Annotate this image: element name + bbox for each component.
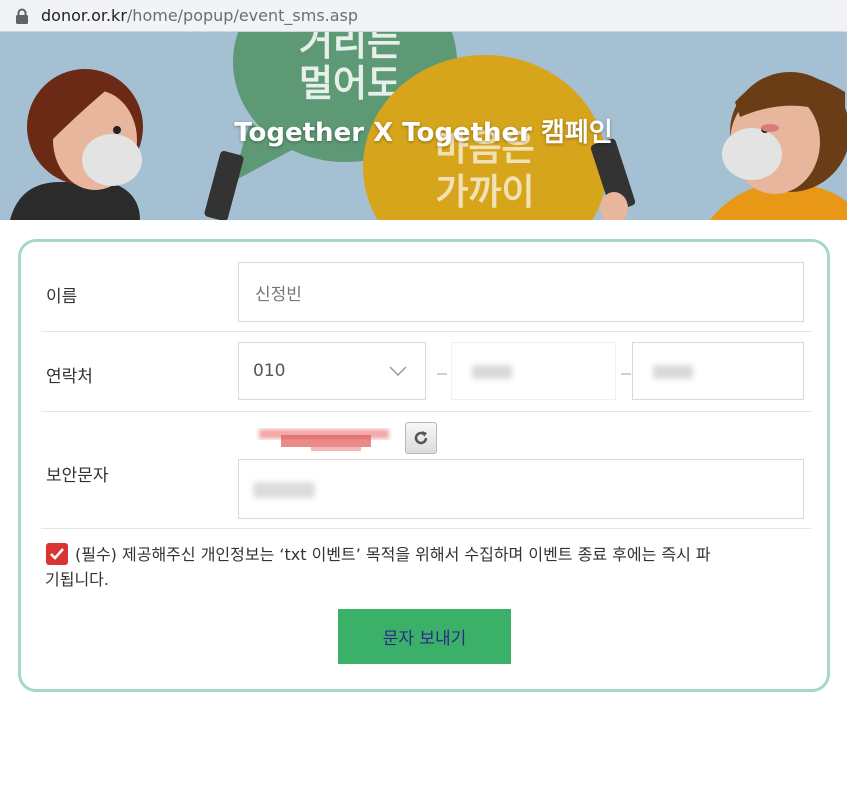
name-input[interactable]: 신정빈 xyxy=(238,262,804,322)
phone-last-redacted xyxy=(653,365,693,379)
captcha-refresh-button[interactable] xyxy=(405,422,437,454)
captcha-image xyxy=(251,423,407,458)
consent-text-line2: 기됩니다. xyxy=(45,570,109,589)
row-divider xyxy=(41,411,811,412)
phone-middle-input[interactable] xyxy=(451,342,616,400)
phone-prefix-select[interactable]: 010 xyxy=(238,342,426,400)
consent-text-line1: (필수) 제공해주신 개인정보는 ‘txt 이벤트’ 목적을 위해서 수집하며 … xyxy=(75,545,711,564)
phone-dash xyxy=(437,373,447,375)
captcha-input[interactable] xyxy=(238,459,804,519)
consent-text: (필수) 제공해주신 개인정보는 ‘txt 이벤트’ 목적을 위해서 수집하며 … xyxy=(45,542,805,592)
phone-prefix-value: 010 xyxy=(253,361,286,381)
phone-label: 연락처 xyxy=(46,367,93,387)
bubble-left-line2: 멀어도 xyxy=(299,62,401,105)
banner-title: Together X Together 캠페인 xyxy=(234,118,613,148)
phone-last-input[interactable] xyxy=(632,342,804,400)
captcha-input-redacted xyxy=(253,482,315,498)
phone-dash xyxy=(621,373,631,375)
campaign-banner: 거리는 멀어도 마음은 가까이 Together X Together 캠페인 xyxy=(0,32,847,220)
refresh-icon xyxy=(414,431,428,445)
address-bar[interactable]: donor.or.kr/home/popup/event_sms.asp xyxy=(0,0,847,32)
row-divider xyxy=(41,331,811,332)
name-label: 이름 xyxy=(46,287,78,307)
bubble-left-line1: 거리는 xyxy=(299,32,401,64)
name-input-value: 신정빈 xyxy=(255,284,302,305)
consent-checkbox[interactable] xyxy=(46,543,68,565)
chevron-down-icon xyxy=(389,366,407,376)
send-sms-button[interactable]: 문자 보내기 xyxy=(338,609,511,664)
sms-form: 이름 신정빈 연락처 010 보안문자 (필수) 제공해주신 개인정보는 ‘tx xyxy=(18,239,830,692)
check-icon xyxy=(50,548,64,560)
captcha-label: 보안문자 xyxy=(46,466,109,486)
url-host: donor.or.kr xyxy=(41,6,127,25)
bubble-right-line2: 가까이 xyxy=(435,172,534,213)
url-text[interactable]: donor.or.kr/home/popup/event_sms.asp xyxy=(41,6,358,25)
phone-middle-redacted xyxy=(472,365,512,379)
row-divider xyxy=(41,528,811,529)
url-path: /home/popup/event_sms.asp xyxy=(126,6,359,25)
lock-icon xyxy=(16,8,28,24)
